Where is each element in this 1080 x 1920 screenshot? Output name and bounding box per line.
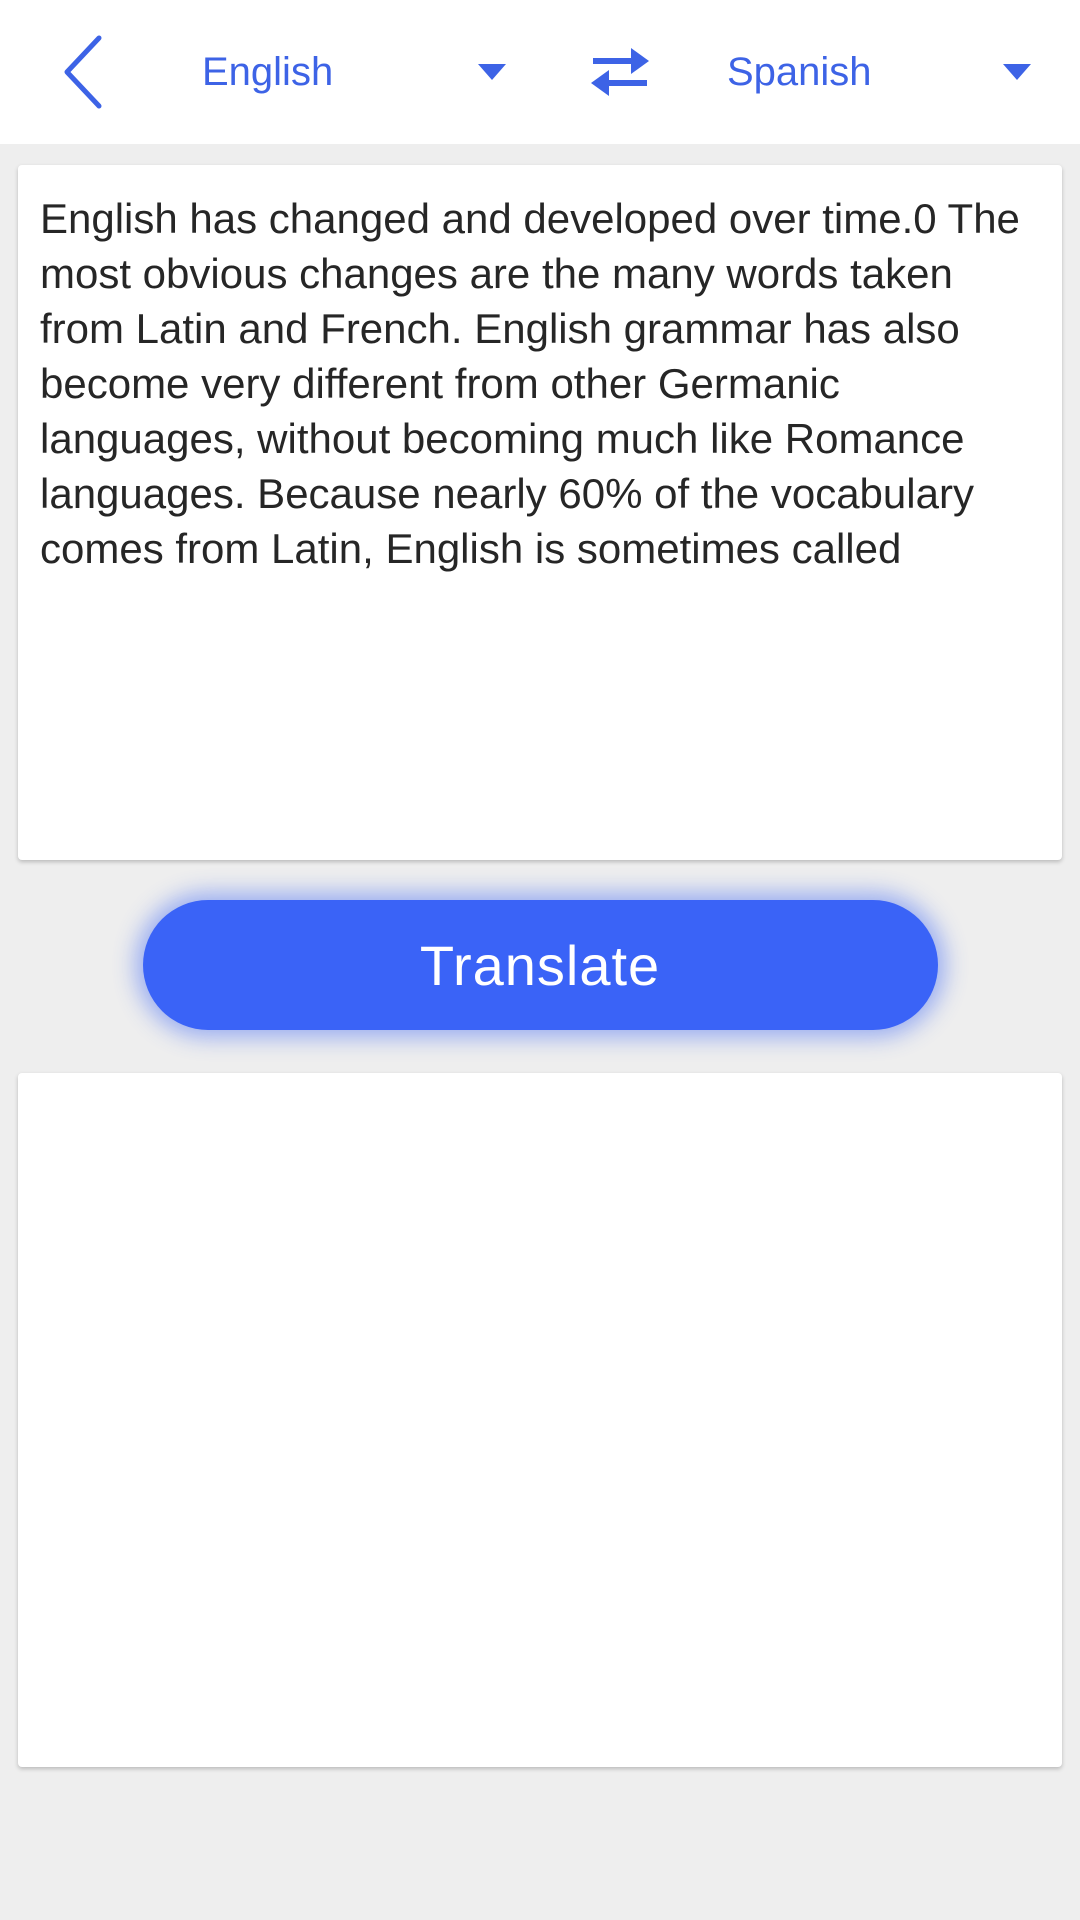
source-text-input[interactable]: English has changed and developed over t…	[40, 191, 1050, 851]
swap-languages-button[interactable]	[578, 38, 662, 106]
translate-button[interactable]: Translate	[142, 900, 938, 1030]
back-button[interactable]	[48, 30, 118, 114]
translation-output-card[interactable]	[18, 1073, 1062, 1767]
caret-down-icon	[1003, 64, 1031, 80]
source-language-label: English	[202, 49, 334, 94]
target-language-dropdown[interactable]: Spanish	[715, 30, 1045, 114]
translate-button-container: Translate	[120, 880, 960, 1050]
source-language-dropdown[interactable]: English	[190, 30, 520, 114]
target-language-label: Spanish	[727, 49, 872, 94]
swap-arrows-icon	[591, 48, 649, 96]
source-text-card: English has changed and developed over t…	[18, 165, 1062, 860]
top-bar: English Spanish	[0, 0, 1080, 144]
caret-down-icon	[478, 64, 506, 80]
chevron-left-icon	[64, 35, 102, 109]
